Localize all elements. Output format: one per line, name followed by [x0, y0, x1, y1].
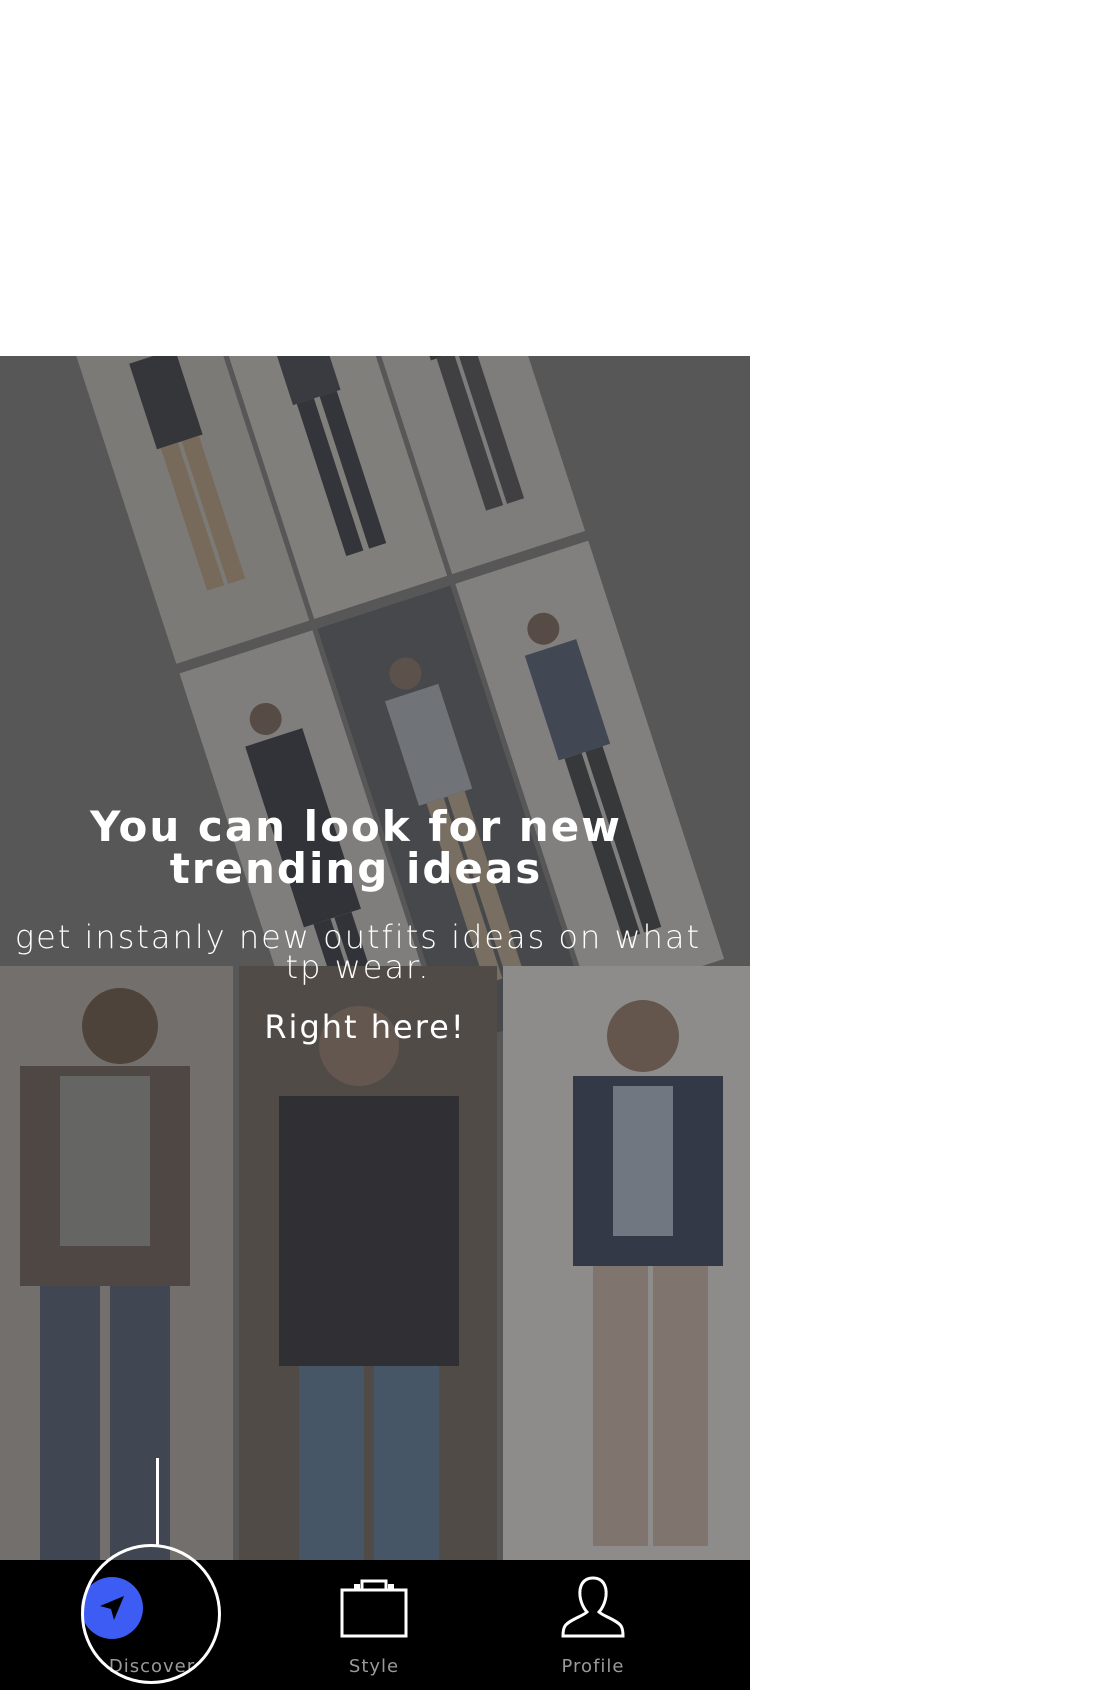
tab-profile[interactable]: Profile: [513, 1560, 673, 1690]
onboarding-callout: Right here!: [264, 1008, 466, 1046]
onboarding-headline: You can look for new trending ideas: [89, 802, 622, 893]
briefcase-icon: [336, 1572, 412, 1646]
onboarding-screen: You can look for new trending ideas get …: [0, 356, 750, 1690]
onboarding-subline: get instanly new outfits ideas on what t…: [14, 918, 702, 986]
tab-label: Style: [348, 1656, 400, 1677]
tab-label: Profile: [561, 1656, 625, 1677]
person-icon: [555, 1572, 631, 1646]
highlight-ring: [81, 1544, 221, 1684]
tab-style[interactable]: Style: [294, 1560, 454, 1690]
pointer-line: [156, 1458, 159, 1546]
